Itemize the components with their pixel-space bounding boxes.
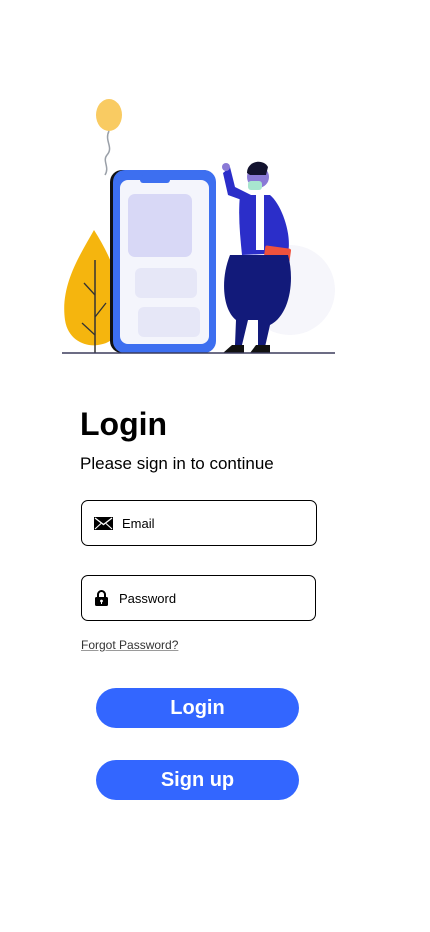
page-title: Login bbox=[80, 406, 168, 442]
password-field[interactable] bbox=[81, 575, 316, 621]
email-input[interactable] bbox=[122, 515, 282, 531]
page-subtitle: Please sign in to continue bbox=[80, 454, 274, 473]
lock-icon bbox=[95, 590, 108, 606]
phone-icon bbox=[110, 170, 216, 353]
login-illustration bbox=[62, 99, 335, 354]
envelope-icon bbox=[94, 516, 113, 530]
signup-button[interactable]: Sign up bbox=[96, 760, 299, 800]
email-field[interactable] bbox=[81, 500, 317, 546]
login-button[interactable]: Login bbox=[96, 688, 299, 728]
login-screen: Login Please sign in to continue Forgot … bbox=[0, 0, 430, 932]
forgot-password-link[interactable]: Forgot Password? bbox=[81, 638, 178, 652]
balloon-icon bbox=[96, 99, 122, 176]
password-input[interactable] bbox=[119, 590, 279, 606]
